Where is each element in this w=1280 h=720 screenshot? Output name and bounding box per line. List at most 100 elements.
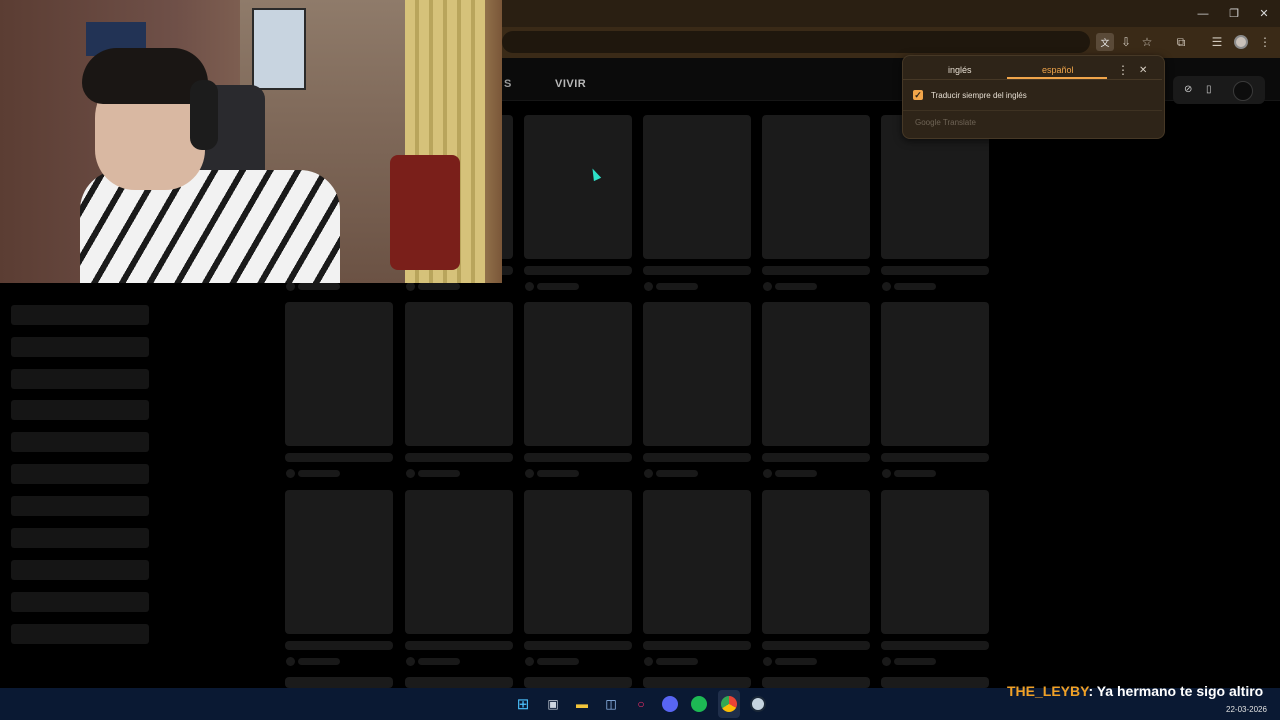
reading-list-icon[interactable]: ☰ [1208, 33, 1226, 51]
install-app-icon[interactable]: ⇩ [1117, 33, 1135, 51]
windows-start-icon[interactable]: ⊞ [512, 693, 534, 715]
skeleton-avatar [763, 657, 772, 666]
skeleton-avatar [286, 282, 295, 291]
skeleton-avatar [644, 469, 653, 478]
sidebar-skeleton-item [11, 432, 149, 452]
skeleton-card [405, 302, 513, 446]
skeleton-card [524, 677, 632, 688]
skeleton-subtitle [894, 470, 936, 477]
always-translate-checkbox[interactable]: ✓ [913, 90, 923, 100]
skeleton-avatar [525, 657, 534, 666]
skeleton-card [524, 490, 632, 634]
chat-text: : Ya hermano te sigo altiro [1088, 683, 1264, 699]
skeleton-card [762, 302, 870, 446]
skeleton-subtitle [656, 470, 698, 477]
skeleton-title [881, 641, 989, 650]
skeleton-title [881, 453, 989, 462]
phone-icon[interactable]: ▯ [1206, 84, 1212, 95]
webcam-headset [190, 80, 218, 150]
skeleton-title [524, 453, 632, 462]
close-window-button[interactable]: ✕ [1248, 0, 1280, 27]
skeleton-title [643, 453, 751, 462]
skeleton-subtitle [894, 283, 936, 290]
google-translate-footer: Google Translate [915, 118, 976, 127]
nav-item-vivir[interactable]: VIVIR [555, 78, 586, 90]
skeleton-subtitle [537, 658, 579, 665]
restore-button[interactable]: ❐ [1218, 0, 1250, 27]
skeleton-subtitle [298, 470, 340, 477]
translate-icon[interactable]: 文 [1096, 33, 1114, 51]
webcam-poster [252, 8, 306, 90]
skeleton-card [643, 115, 751, 259]
chat-username: THE_LEYBY [1007, 683, 1089, 699]
skeleton-avatar [763, 282, 772, 291]
taskbar-date: 22-03-2026 [1226, 705, 1267, 714]
skeleton-title [405, 641, 513, 650]
discord-icon[interactable] [659, 693, 681, 715]
address-bar[interactable] [502, 31, 1090, 53]
skeleton-subtitle [656, 283, 698, 290]
sidebar-skeleton-item [11, 592, 149, 612]
skeleton-title [405, 453, 513, 462]
skeleton-avatar [406, 657, 415, 666]
opera-gx-icon[interactable]: ○ [630, 693, 652, 715]
sidebar-skeleton-item [11, 560, 149, 580]
skeleton-title [762, 641, 870, 650]
sidebar-skeleton-item [11, 400, 149, 420]
tab-target-language[interactable]: español [1042, 65, 1074, 75]
skeleton-subtitle [298, 283, 340, 290]
chrome-icon[interactable] [718, 693, 740, 715]
sidebar-skeleton-item [11, 624, 149, 644]
skeleton-avatar [644, 282, 653, 291]
sidebar-skeleton-item [11, 369, 149, 389]
skeleton-subtitle [894, 658, 936, 665]
skeleton-avatar [644, 657, 653, 666]
skeleton-subtitle [656, 658, 698, 665]
file-explorer-icon[interactable]: ▬ [571, 693, 593, 715]
skeleton-title [285, 453, 393, 462]
skeleton-title [643, 266, 751, 275]
tab-source-language[interactable]: inglés [948, 65, 972, 75]
skeleton-card [285, 302, 393, 446]
extensions-icon[interactable]: ⧉ [1172, 33, 1190, 51]
popup-footer-divider [903, 110, 1162, 111]
nav-item-partial[interactable]: S [504, 78, 511, 90]
spotify-icon[interactable] [688, 693, 710, 715]
skeleton-card [643, 302, 751, 446]
skeleton-subtitle [537, 470, 579, 477]
close-popup-icon[interactable]: ✕ [1139, 65, 1147, 76]
sidebar-skeleton-item [11, 337, 149, 357]
skeleton-title [643, 641, 751, 650]
webcam-overlay [0, 0, 502, 283]
sidebar-skeleton-item [11, 528, 149, 548]
steam-icon[interactable] [747, 693, 769, 715]
skeleton-card [762, 115, 870, 259]
more-options-icon[interactable]: ⋮ [1117, 63, 1129, 77]
compass-icon[interactable]: ⊘ [1184, 84, 1192, 95]
skeleton-subtitle [537, 283, 579, 290]
skeleton-title [762, 453, 870, 462]
skeleton-avatar [525, 469, 534, 478]
skeleton-avatar [525, 282, 534, 291]
task-view-icon[interactable]: ▣ [542, 693, 564, 715]
minimize-button[interactable]: — [1187, 0, 1219, 27]
skeleton-card [285, 490, 393, 634]
theme-toggle-button[interactable] [1233, 81, 1253, 101]
browser-menu-icon[interactable]: ⋮ [1256, 33, 1274, 51]
skeleton-title [762, 266, 870, 275]
bookmark-star-icon[interactable]: ☆ [1138, 33, 1156, 51]
microsoft-store-icon[interactable]: ◫ [600, 693, 622, 715]
sidebar-skeleton-item [11, 464, 149, 484]
skeleton-card [643, 677, 751, 688]
skeleton-card [881, 302, 989, 446]
skeleton-avatar [406, 469, 415, 478]
skeleton-subtitle [775, 470, 817, 477]
skeleton-card [285, 677, 393, 688]
skeleton-title [881, 266, 989, 275]
popup-divider [903, 79, 1162, 80]
profile-avatar-icon[interactable] [1232, 33, 1250, 51]
skeleton-title [285, 641, 393, 650]
skeleton-card [405, 490, 513, 634]
sidebar-skeleton-item [11, 496, 149, 516]
skeleton-avatar [882, 469, 891, 478]
